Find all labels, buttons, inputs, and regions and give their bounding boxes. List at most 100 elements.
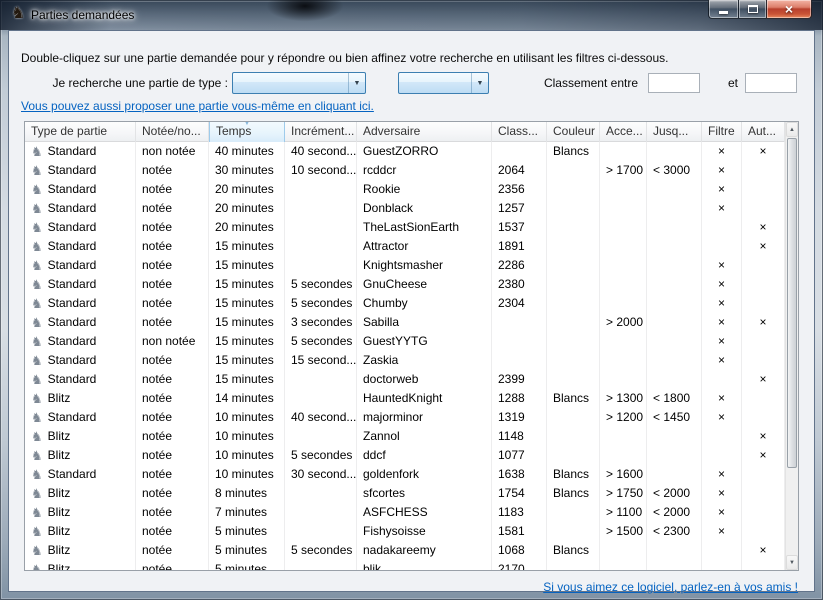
cell-time: 15 minutes (209, 351, 285, 370)
cell-type: ♞Blitz (25, 541, 136, 560)
game-row[interactable]: ♞Standardnotée15 minutes15 second...Zask… (25, 351, 785, 370)
game-row[interactable]: ♞Standardnotée15 minutesdoctorweb2399× (25, 370, 785, 389)
cell-auto (742, 275, 785, 294)
game-type-select[interactable]: ▼ (232, 72, 366, 94)
sort-arrow-icon: ▼ (244, 122, 250, 128)
scroll-up-button[interactable]: ▲ (786, 122, 798, 137)
cell-filter: × (702, 484, 742, 503)
vertical-scrollbar[interactable]: ▲ ▼ (785, 122, 798, 570)
cell-accept-min: > 1750 (600, 484, 647, 503)
cell-auto (742, 465, 785, 484)
cell-type: ♞Standard (25, 275, 136, 294)
column-header-filter[interactable]: Filtre (702, 122, 742, 142)
column-header-rated[interactable]: Notée/no... (136, 122, 209, 142)
column-header-time[interactable]: ▼Temps (209, 122, 285, 142)
column-header-auto[interactable]: Aut... (742, 122, 785, 142)
cell-accept-max (647, 294, 702, 313)
game-subtype-select[interactable]: ▼ (398, 72, 489, 94)
cell-auto: × (742, 541, 785, 560)
game-row[interactable]: ♞Standardnotée10 minutes40 second...majo… (25, 408, 785, 427)
chess-knight-icon: ♞ (31, 429, 43, 444)
game-row[interactable]: ♞Standardnotée15 minutesAttractor1891× (25, 237, 785, 256)
cell-increment (285, 484, 357, 503)
cell-color: Blancs (547, 465, 600, 484)
close-button[interactable]: × (766, 0, 812, 19)
cell-opponent: Zannol (357, 427, 492, 446)
game-row[interactable]: ♞Standardnotée15 minutesKnightsmasher228… (25, 256, 785, 275)
game-row[interactable]: ♞Standardnotée20 minutesTheLastSionEarth… (25, 218, 785, 237)
chess-knight-icon: ♞ (31, 524, 43, 539)
game-type-text: Standard (48, 163, 97, 177)
game-row[interactable]: ♞Blitznotée7 minutesASFCHESS1183> 1100< … (25, 503, 785, 522)
cell-increment: 15 second... (285, 351, 357, 370)
game-row[interactable]: ♞Standardnon notée40 minutes40 second...… (25, 142, 785, 161)
column-header-accept-max[interactable]: Jusq... (647, 122, 702, 142)
chevron-down-icon[interactable]: ▼ (348, 73, 365, 93)
cell-rated: notée (136, 484, 209, 503)
cell-time: 10 minutes (209, 465, 285, 484)
rating-max-input[interactable] (745, 73, 797, 93)
column-header-type[interactable]: Type de partie (25, 122, 136, 142)
cell-color (547, 294, 600, 313)
cell-rated: notée (136, 541, 209, 560)
game-row[interactable]: ♞Blitznotée5 minutes5 secondesnadakareem… (25, 541, 785, 560)
chevron-down-icon[interactable]: ▼ (471, 73, 488, 93)
scroll-up-icon: ▲ (789, 127, 795, 133)
game-row[interactable]: ♞Blitznotée5 minutesFishysoisse1581> 150… (25, 522, 785, 541)
cell-filter: × (702, 408, 742, 427)
game-row[interactable]: ♞Blitznotée5 minutesblik2170 (25, 560, 785, 570)
cell-rated: notée (136, 522, 209, 541)
game-row[interactable]: ♞Blitznotée10 minutesZannol1148× (25, 427, 785, 446)
share-link[interactable]: Si vous aimez ce logiciel, parlez-en à v… (543, 580, 798, 594)
maximize-button[interactable] (738, 0, 766, 19)
cell-accept-min (600, 351, 647, 370)
column-header-increment[interactable]: Incrément... (285, 122, 357, 142)
chess-knight-icon: ♞ (31, 353, 43, 368)
game-row[interactable]: ♞Standardnotée30 minutes10 second...rcdd… (25, 161, 785, 180)
game-type-text: Standard (48, 410, 97, 424)
cell-rated: notée (136, 427, 209, 446)
game-row[interactable]: ♞Standardnotée10 minutes30 second...gold… (25, 465, 785, 484)
chess-knight-icon: ♞ (31, 562, 43, 570)
cell-accept-min (600, 427, 647, 446)
game-row[interactable]: ♞Standardnon notée15 minutes5 secondesGu… (25, 332, 785, 351)
cell-opponent: HauntedKnight (357, 389, 492, 408)
column-header-opponent[interactable]: Adversaire (357, 122, 492, 142)
game-row[interactable]: ♞Standardnotée20 minutesRookie2356× (25, 180, 785, 199)
scrollbar-thumb[interactable] (787, 138, 797, 468)
column-header-accept-min[interactable]: Acce... (600, 122, 647, 142)
cell-increment (285, 370, 357, 389)
game-row[interactable]: ♞Blitznotée10 minutes5 secondesddcf1077× (25, 446, 785, 465)
game-row[interactable]: ♞Standardnotée15 minutes3 secondesSabill… (25, 313, 785, 332)
game-row[interactable]: ♞Standardnotée15 minutes5 secondesGnuChe… (25, 275, 785, 294)
minimize-button[interactable] (708, 0, 738, 19)
cell-time: 30 minutes (209, 161, 285, 180)
cell-type: ♞Blitz (25, 522, 136, 541)
cell-rated: notée (136, 560, 209, 570)
chess-knight-icon: ♞ (31, 182, 43, 197)
rating-min-input[interactable] (648, 73, 700, 93)
cell-increment: 5 secondes (285, 275, 357, 294)
cell-accept-max (647, 256, 702, 275)
cell-filter: × (702, 313, 742, 332)
cell-filter (702, 237, 742, 256)
game-row[interactable]: ♞Standardnotée20 minutesDonblack1257× (25, 199, 785, 218)
cell-accept-max (647, 560, 702, 570)
cell-accept-min (600, 332, 647, 351)
cell-rating (492, 142, 547, 161)
cell-color (547, 427, 600, 446)
cell-auto (742, 199, 785, 218)
type-filter-label: Je recherche une partie de type : (21, 76, 228, 90)
cell-increment: 5 secondes (285, 332, 357, 351)
game-row[interactable]: ♞Blitznotée14 minutesHauntedKnight1288Bl… (25, 389, 785, 408)
propose-game-link[interactable]: Vous pouvez aussi proposer une partie vo… (21, 99, 374, 113)
game-row[interactable]: ♞Standardnotée15 minutes5 secondesChumby… (25, 294, 785, 313)
column-header-rating[interactable]: Class... (492, 122, 547, 142)
cell-auto: × (742, 370, 785, 389)
cell-rating: 2064 (492, 161, 547, 180)
column-header-color[interactable]: Couleur (547, 122, 600, 142)
cell-time: 15 minutes (209, 294, 285, 313)
scroll-down-button[interactable]: ▼ (786, 555, 798, 570)
cell-accept-max (647, 199, 702, 218)
game-row[interactable]: ♞Blitznotée8 minutessfcortes1754Blancs> … (25, 484, 785, 503)
